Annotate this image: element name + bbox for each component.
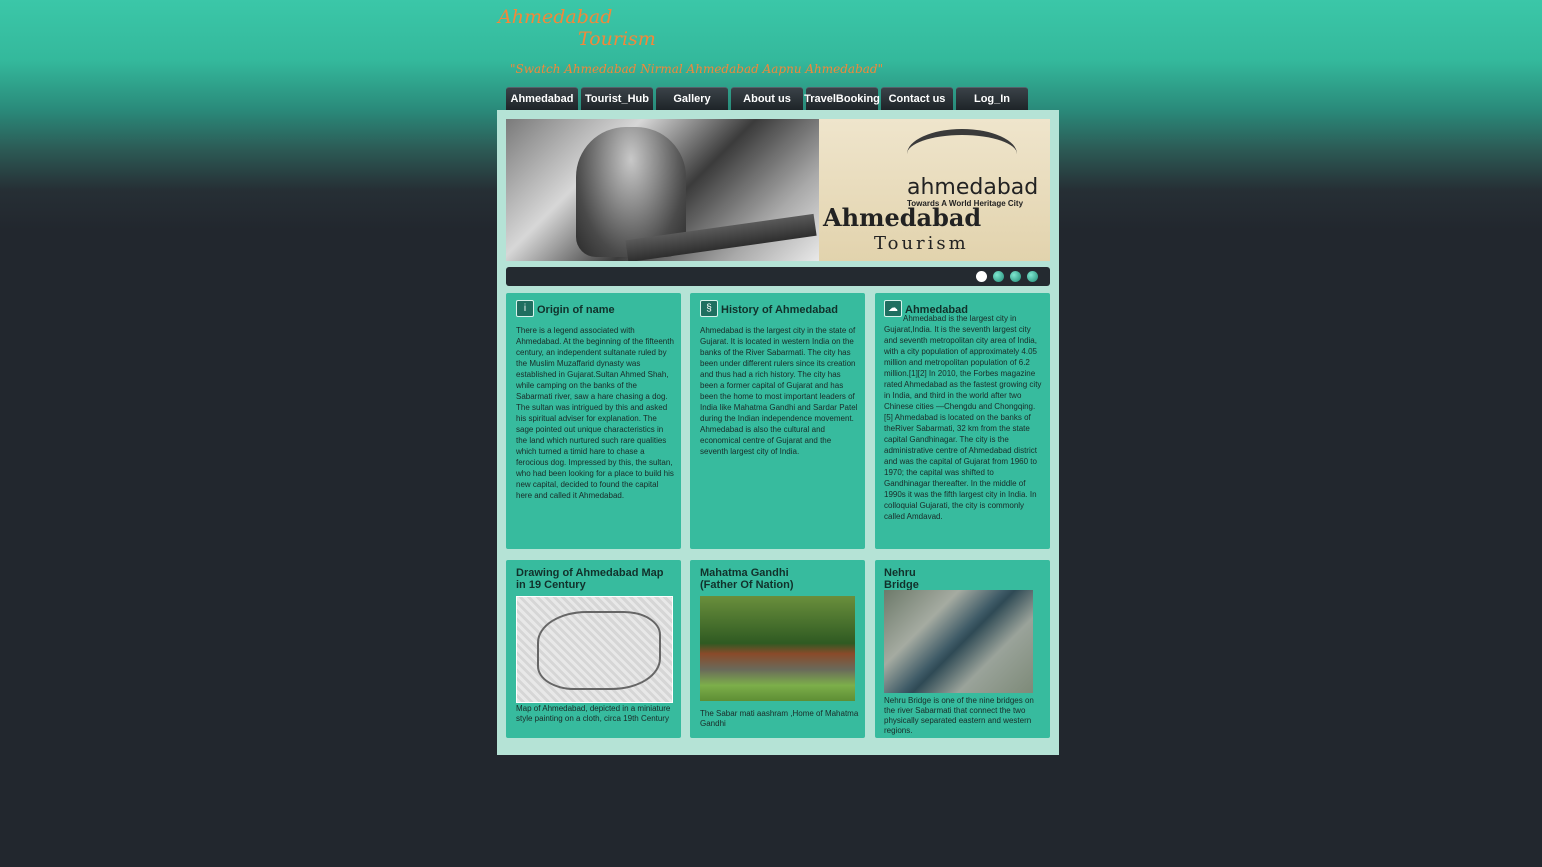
slider-bar <box>506 267 1050 286</box>
bridge-image[interactable] <box>884 590 1033 693</box>
nav-tourist-hub[interactable]: Tourist_Hub <box>581 87 653 110</box>
logo-line-2: Tourism <box>578 28 656 50</box>
slider-dot-1[interactable] <box>976 271 987 282</box>
nav-log-in[interactable]: Log_In <box>956 87 1028 110</box>
card-title: Origin of name <box>537 304 615 316</box>
nav-ahmedabad[interactable]: Ahmedabad <box>506 87 578 110</box>
logo-line-1: Ahmedabad <box>498 6 613 28</box>
card-nehru-bridge: Nehru Bridge Nehru Bridge is one of the … <box>875 560 1050 738</box>
site-logo[interactable]: Ahmedabad Tourism <box>498 6 656 50</box>
scroll-icon: § <box>700 300 718 318</box>
card-text: There is a legend associated with Ahmeda… <box>516 326 674 500</box>
card-title-line-1: Nehru <box>884 567 916 579</box>
tagline: "Swatch Ahmedabad Nirmal Ahmedabad Aapnu… <box>510 62 884 76</box>
map-image[interactable] <box>516 596 673 703</box>
card-title-line-1: Mahatma Gandhi <box>700 567 789 579</box>
main-nav: Ahmedabad Tourist_Hub Gallery About us T… <box>506 87 1028 110</box>
info-icon: i <box>516 300 534 318</box>
card-ahmedabad: ☁ Ahmedabad Ahmedabad is the largest city… <box>875 293 1050 549</box>
card-text: Ahmedabad is the largest city in the sta… <box>700 326 858 456</box>
card-history: § History of Ahmedabad Ahmedabad is the l… <box>690 293 865 549</box>
nav-gallery[interactable]: Gallery <box>656 87 728 110</box>
card-caption: Map of Ahmedabad, depicted in a miniatur… <box>516 704 671 723</box>
card-caption: Nehru Bridge is one of the nine bridges … <box>884 696 1034 735</box>
tourism-poster: ahmedabad Towards A World Heritage City … <box>819 119 1050 261</box>
slider-dot-2[interactable] <box>993 271 1004 282</box>
card-origin-of-name: i Origin of name There is a legend associ… <box>506 293 681 549</box>
card-title-line-2: (Father Of Nation) <box>700 579 794 591</box>
nav-contact-us[interactable]: Contact us <box>881 87 953 110</box>
bridge-graphic <box>907 129 1017 179</box>
nav-travel-booking[interactable]: TravelBooking <box>804 87 880 110</box>
poster-tourism: Tourism <box>874 233 969 254</box>
card-header: § History of Ahmedabad <box>700 300 838 318</box>
card-map-drawing: Drawing of Ahmedabad Map in 19 Century M… <box>506 560 681 738</box>
nav-about-us[interactable]: About us <box>731 87 803 110</box>
card-title: History of Ahmedabad <box>721 304 838 316</box>
card-title: Drawing of Ahmedabad Map in 19 Century <box>516 567 664 591</box>
card-text: Ahmedabad is the largest city in Gujarat… <box>884 314 1042 521</box>
card-mahatma-gandhi: Mahatma Gandhi (Father Of Nation) The Sa… <box>690 560 865 738</box>
poster-big-title: Ahmedabad <box>823 203 982 232</box>
slider-dot-3[interactable] <box>1010 271 1021 282</box>
poster-title: ahmedabad <box>907 175 1039 200</box>
slider-dots <box>976 271 1038 282</box>
card-caption: The Sabar mati aashram ,Home of Mahatma … <box>700 709 859 728</box>
slider-dot-4[interactable] <box>1027 271 1038 282</box>
gandhi-photo <box>506 119 819 261</box>
ashram-image[interactable] <box>700 596 855 701</box>
card-header: i Origin of name <box>516 300 615 318</box>
banner-slide: ahmedabad Towards A World Heritage City … <box>506 119 1050 261</box>
main-container: ahmedabad Towards A World Heritage City … <box>497 110 1059 755</box>
